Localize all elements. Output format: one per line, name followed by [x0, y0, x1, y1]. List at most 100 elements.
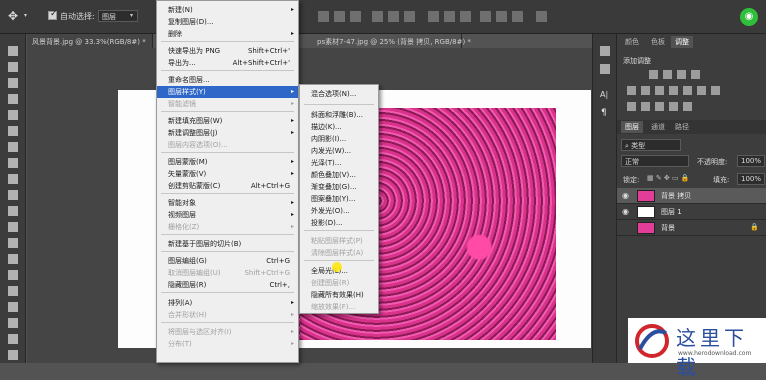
- photo-filter-icon[interactable]: [683, 86, 692, 95]
- zoom-tool-icon[interactable]: [8, 350, 18, 360]
- move-tool-icon[interactable]: ✥: [8, 9, 18, 23]
- kind-filter[interactable]: ⌕ 类型: [621, 139, 681, 151]
- invert-icon[interactable]: [627, 102, 636, 111]
- panel-tab[interactable]: 路径: [671, 121, 693, 133]
- pen-tool-icon[interactable]: [8, 270, 18, 280]
- layer-menu-item[interactable]: 图层样式(Y) ▸: [157, 86, 298, 98]
- marquee-tool-icon[interactable]: [8, 62, 18, 72]
- layer-style-menu-item[interactable]: 混合选项(N)...: [300, 88, 378, 100]
- layer-style-menu-item[interactable]: 光泽(T)...: [300, 157, 378, 169]
- layer-row[interactable]: ◉ 背景 拷贝: [617, 188, 766, 204]
- layer-menu-item[interactable]: 排列(A) ▸: [157, 297, 298, 309]
- layer-style-menu-item[interactable]: 描边(K)...: [300, 121, 378, 133]
- layer-style-menu-item[interactable]: 投影(D)...: [300, 217, 378, 229]
- color-balance-icon[interactable]: [655, 86, 664, 95]
- visibility-eye-icon[interactable]: ◉: [622, 191, 631, 200]
- layer-style-menu-item[interactable]: 图案叠加(Y)...: [300, 193, 378, 205]
- layer-style-menu-item[interactable]: 外发光(O)...: [300, 205, 378, 217]
- vibrance-icon[interactable]: [627, 86, 636, 95]
- posterize-icon[interactable]: [641, 102, 650, 111]
- layer-menu-item[interactable]: 矢量蒙版(V) ▸: [157, 168, 298, 180]
- layer-menu-item[interactable]: 智能对象 ▸: [157, 197, 298, 209]
- hue-sat-icon[interactable]: [641, 86, 650, 95]
- healing-tool-icon[interactable]: [8, 142, 18, 152]
- fill-input[interactable]: 100%: [737, 173, 765, 185]
- move-tool-icon[interactable]: [8, 46, 18, 56]
- dropdown-arrow-icon[interactable]: ▾: [24, 12, 27, 19]
- bw-icon[interactable]: [669, 86, 678, 95]
- distribute-bottom-icon[interactable]: [460, 11, 471, 22]
- hand-tool-icon[interactable]: [8, 334, 18, 344]
- layer-menu-item[interactable]: 复制图层(D)...: [157, 16, 298, 28]
- layer-menu-item[interactable]: 删除 ▸: [157, 28, 298, 40]
- selective-color-icon[interactable]: [683, 102, 692, 111]
- layer-style-menu-item[interactable]: 内发光(W)...: [300, 145, 378, 157]
- stamp-tool-icon[interactable]: [8, 174, 18, 184]
- shape-tool-icon[interactable]: [8, 318, 18, 328]
- panel-tab[interactable]: 色板: [647, 36, 669, 48]
- opacity-input[interactable]: 100%: [737, 155, 765, 167]
- layer-style-menu-item[interactable]: 渐变叠加(G)...: [300, 181, 378, 193]
- threshold-icon[interactable]: [655, 102, 664, 111]
- gradient-map-icon[interactable]: [669, 102, 678, 111]
- channel-mixer-icon[interactable]: [697, 86, 706, 95]
- visibility-eye-icon[interactable]: [622, 223, 631, 232]
- eraser-tool-icon[interactable]: [8, 206, 18, 216]
- properties-icon[interactable]: [600, 64, 610, 74]
- align-right-icon[interactable]: [404, 11, 415, 22]
- visibility-eye-icon[interactable]: ◉: [622, 207, 631, 216]
- crop-tool-icon[interactable]: [8, 110, 18, 120]
- align-left-icon[interactable]: [372, 11, 383, 22]
- paragraph-icon[interactable]: ¶: [601, 108, 607, 118]
- layer-menu-item[interactable]: 新建调整图层(J) ▸: [157, 127, 298, 139]
- auto-align-icon[interactable]: [536, 11, 547, 22]
- curves-icon[interactable]: [677, 70, 686, 79]
- doc-tab-2[interactable]: ps素材7-47.jpg @ 25% (背景 拷贝, RGB/8#) *: [312, 34, 471, 48]
- layer-menu-item[interactable]: 新建(N) ▸: [157, 4, 298, 16]
- align-top-icon[interactable]: [318, 11, 329, 22]
- layer-menu-item[interactable]: 图层蒙版(M) ▸: [157, 156, 298, 168]
- character-icon[interactable]: A|: [600, 90, 608, 99]
- distribute-top-icon[interactable]: [428, 11, 439, 22]
- auto-select-checkbox[interactable]: [48, 9, 58, 20]
- layer-menu-item[interactable]: 创建剪贴蒙版(C) Alt+Ctrl+G: [157, 180, 298, 192]
- layer-menu-item[interactable]: 快速导出为 PNG Shift+Ctrl+': [157, 45, 298, 57]
- lasso-tool-icon[interactable]: [8, 78, 18, 88]
- layer-style-menu-item[interactable]: 颜色叠加(V)...: [300, 169, 378, 181]
- panel-tab[interactable]: 图层: [621, 121, 643, 133]
- distribute-left-icon[interactable]: [480, 11, 491, 22]
- doc-tab-1[interactable]: 风景背景.jpg @ 33.3%(RGB/8#) *: [27, 34, 153, 48]
- layer-style-menu-item[interactable]: 内阴影(I)...: [300, 133, 378, 145]
- panel-tab[interactable]: 通道: [647, 121, 669, 133]
- distribute-vcenter-icon[interactable]: [444, 11, 455, 22]
- dodge-tool-icon[interactable]: [8, 254, 18, 264]
- blur-tool-icon[interactable]: [8, 238, 18, 248]
- gradient-tool-icon[interactable]: [8, 222, 18, 232]
- layer-row[interactable]: ◉ 图层 1: [617, 204, 766, 220]
- layer-menu-item[interactable]: 导出为... Alt+Shift+Ctrl+': [157, 57, 298, 69]
- path-select-tool-icon[interactable]: [8, 302, 18, 312]
- eyedropper-tool-icon[interactable]: [8, 126, 18, 136]
- quick-select-tool-icon[interactable]: [8, 94, 18, 104]
- layer-menu-item[interactable]: 视频图层 ▸: [157, 209, 298, 221]
- brush-tool-icon[interactable]: [8, 158, 18, 168]
- align-vcenter-icon[interactable]: [334, 11, 345, 22]
- layer-menu-item[interactable]: 隐藏图层(R) Ctrl+,: [157, 279, 298, 291]
- blend-mode-select[interactable]: 正常: [621, 155, 689, 167]
- distribute-right-icon[interactable]: [512, 11, 523, 22]
- brightness-icon[interactable]: [649, 70, 658, 79]
- panel-tab[interactable]: 调整: [671, 36, 693, 48]
- layer-menu-item[interactable]: 新建填充图层(W) ▸: [157, 115, 298, 127]
- color-lookup-icon[interactable]: [711, 86, 720, 95]
- distribute-hcenter-icon[interactable]: [496, 11, 507, 22]
- panel-tab[interactable]: 颜色: [621, 36, 643, 48]
- layer-menu-item[interactable]: 图层编组(G) Ctrl+G: [157, 255, 298, 267]
- history-icon[interactable]: [600, 46, 610, 56]
- align-bottom-icon[interactable]: [350, 11, 361, 22]
- layer-row[interactable]: 背景 🔒: [617, 220, 766, 236]
- type-tool-icon[interactable]: [8, 286, 18, 296]
- layer-menu-item[interactable]: 重命名图层...: [157, 74, 298, 86]
- levels-icon[interactable]: [663, 70, 672, 79]
- align-hcenter-icon[interactable]: [388, 11, 399, 22]
- layer-style-menu-item[interactable]: 隐藏所有效果(H): [300, 289, 378, 301]
